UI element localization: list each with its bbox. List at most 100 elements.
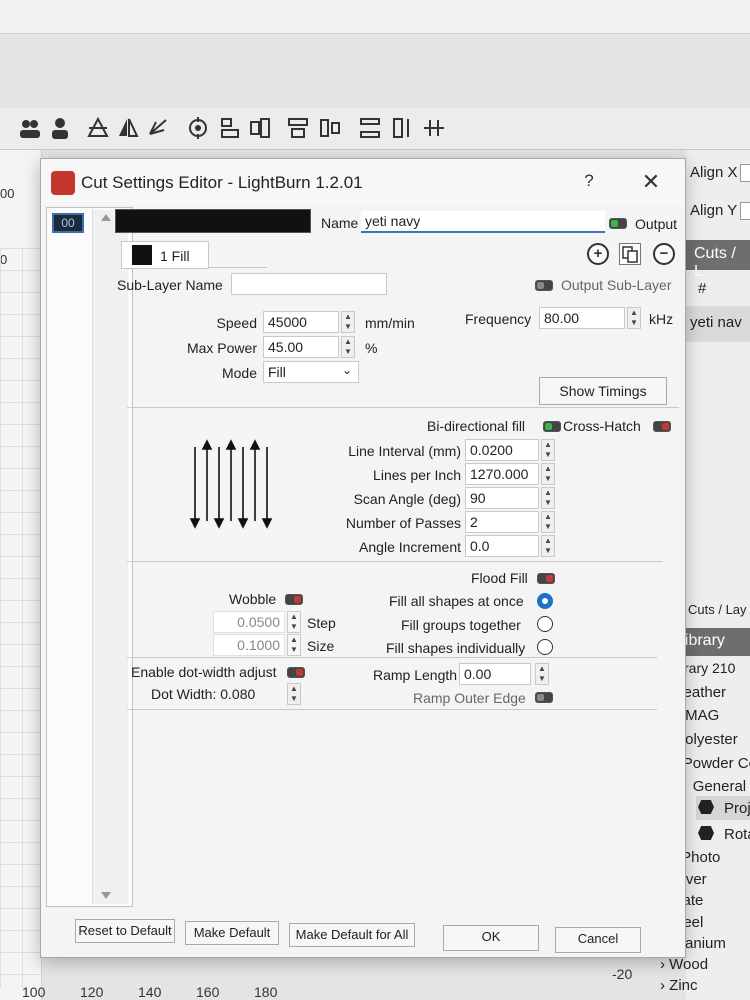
ruler-value: 180 <box>254 984 278 1000</box>
rotate-icon[interactable] <box>146 116 170 140</box>
layer-list-scrollbar[interactable] <box>92 210 128 904</box>
crosshatch-toggle[interactable] <box>653 421 671 432</box>
wobble-step-spinner[interactable]: ▲ ▼ <box>287 611 301 633</box>
tree-item-general[interactable]: ⌄ General <box>676 777 746 795</box>
fill-individually-radio[interactable] <box>537 639 553 655</box>
tree-item-selected[interactable]: Proj <box>696 796 750 820</box>
mirror-icon[interactable] <box>116 116 140 140</box>
bidirectional-toggle[interactable] <box>543 421 561 432</box>
dot-width-adjust-toggle[interactable] <box>287 667 305 678</box>
ruler-value: 120 <box>80 984 104 1000</box>
make-default-for-all-button[interactable]: Make Default for All <box>289 923 415 947</box>
tree-item-wood[interactable]: › Wood <box>660 956 708 973</box>
flood-fill-toggle[interactable] <box>537 573 555 584</box>
fill-direction-preview-icon <box>189 439 273 529</box>
target-icon[interactable] <box>186 116 210 140</box>
ruler-value: 100 <box>22 984 46 1000</box>
add-sublayer-button[interactable]: + <box>587 243 609 265</box>
layer-name-input[interactable]: yeti navy <box>361 211 605 233</box>
users-icon[interactable] <box>18 116 42 140</box>
ramp-outer-edge-label: Ramp Outer Edge <box>413 690 526 706</box>
dot-width-spinner[interactable]: ▲ ▼ <box>287 683 301 705</box>
wobble-size-spinner[interactable]: ▲ ▼ <box>287 634 301 656</box>
wobble-label: Wobble <box>229 591 277 607</box>
ramp-length-label: Ramp Length <box>373 667 458 683</box>
user-icon[interactable] <box>48 116 72 140</box>
line-interval-spinner[interactable]: ▲ ▼ <box>541 439 555 461</box>
angle-increment-label: Angle Increment <box>359 539 461 555</box>
passes-input[interactable]: 2 <box>465 511 539 533</box>
fill-individually-label: Fill shapes individually <box>386 640 526 656</box>
bracket-icon[interactable] <box>390 116 414 140</box>
mode-select[interactable]: Fill ⌄ <box>263 361 359 383</box>
max-power-input[interactable]: 45.00 <box>263 336 339 358</box>
divider <box>127 709 657 710</box>
show-timings-button[interactable]: Show Timings <box>539 377 667 405</box>
align-left-icon[interactable] <box>218 116 242 140</box>
frequency-input[interactable]: 80.00 <box>539 307 625 329</box>
align-x-input[interactable] <box>740 164 750 182</box>
wobble-step-input[interactable]: 0.0500 <box>213 611 285 633</box>
max-power-spinner[interactable]: ▲ ▼ <box>341 336 355 358</box>
align-y-input[interactable] <box>740 202 750 220</box>
dialog-titlebar: Cut Settings Editor - LightBurn 1.2.01 ?… <box>41 159 685 205</box>
layer-color-bar[interactable] <box>115 209 311 233</box>
output-toggle[interactable] <box>609 218 627 229</box>
scan-angle-spinner[interactable]: ▲ ▼ <box>541 487 555 509</box>
ramp-length-input[interactable]: 0.00 <box>459 663 531 685</box>
output-sublayer-toggle[interactable] <box>535 280 553 291</box>
fill-groups-radio[interactable] <box>537 616 553 632</box>
close-button[interactable]: ✕ <box>639 169 663 195</box>
step-label: Step <box>307 615 336 631</box>
sublayer-name-input[interactable] <box>231 273 387 295</box>
fill-all-radio[interactable] <box>537 593 553 609</box>
tab-divider <box>209 267 267 268</box>
speed-spinner[interactable]: ▲ ▼ <box>341 311 355 333</box>
ramp-outer-edge-toggle[interactable] <box>535 692 553 703</box>
dot-width-label: Dot Width: 0.080 <box>151 686 256 702</box>
tree-item-rotary[interactable]: Rota <box>696 822 750 846</box>
cancel-button[interactable]: Cancel <box>555 927 641 953</box>
wobble-toggle[interactable] <box>285 594 303 605</box>
lines-per-inch-input[interactable]: 1270.000 <box>465 463 539 485</box>
ruler-value: 00 <box>0 186 15 201</box>
align-top-icon[interactable] <box>286 116 310 140</box>
frequency-spinner[interactable]: ▲ ▼ <box>627 307 641 329</box>
scroll-up-icon[interactable] <box>101 214 111 221</box>
align-middle-icon[interactable] <box>318 116 342 140</box>
scan-angle-input[interactable]: 90 <box>465 487 539 509</box>
ok-button[interactable]: OK <box>443 925 539 951</box>
angle-increment-spinner[interactable]: ▲ ▼ <box>541 535 555 557</box>
tree-item-label: Wood <box>669 956 709 973</box>
text-path-icon[interactable] <box>86 116 110 140</box>
angle-increment-input[interactable]: 0.0 <box>465 535 539 557</box>
cuts-layers-tab[interactable]: Cuts / Lay <box>688 602 747 617</box>
make-default-button[interactable]: Make Default <box>185 921 279 945</box>
align-right-icon[interactable] <box>248 116 272 140</box>
reset-to-default-button[interactable]: Reset to Default <box>75 919 175 943</box>
mode-label: Mode <box>221 365 257 381</box>
canvas-grid[interactable] <box>0 248 42 988</box>
speed-input[interactable]: 45000 <box>263 311 339 333</box>
sublayer-name-label: Sub-Layer Name <box>117 277 223 293</box>
distribute-icon[interactable] <box>358 116 382 140</box>
spacing-icon[interactable] <box>422 116 446 140</box>
layer-swatch <box>132 245 152 265</box>
ramp-length-spinner[interactable]: ▲ ▼ <box>535 663 549 685</box>
remove-sublayer-button[interactable]: − <box>653 243 675 265</box>
cuts-row[interactable]: yeti nav <box>686 306 750 342</box>
sublayer-tab[interactable]: 1 Fill <box>121 241 209 269</box>
layer-chip[interactable]: 00 <box>52 213 84 233</box>
passes-spinner[interactable]: ▲ ▼ <box>541 511 555 533</box>
copy-sublayer-button[interactable] <box>619 243 641 265</box>
divider <box>127 407 679 408</box>
tree-item-label: General <box>692 778 747 795</box>
mode-value: Fill <box>268 364 286 380</box>
scroll-down-icon[interactable] <box>101 892 111 899</box>
divider <box>127 657 657 658</box>
tree-item-label: Rota <box>724 826 750 843</box>
wobble-size-input[interactable]: 0.1000 <box>213 634 285 656</box>
help-button[interactable]: ? <box>577 171 601 191</box>
line-interval-input[interactable]: 0.0200 <box>465 439 539 461</box>
lines-per-inch-spinner[interactable]: ▲ ▼ <box>541 463 555 485</box>
